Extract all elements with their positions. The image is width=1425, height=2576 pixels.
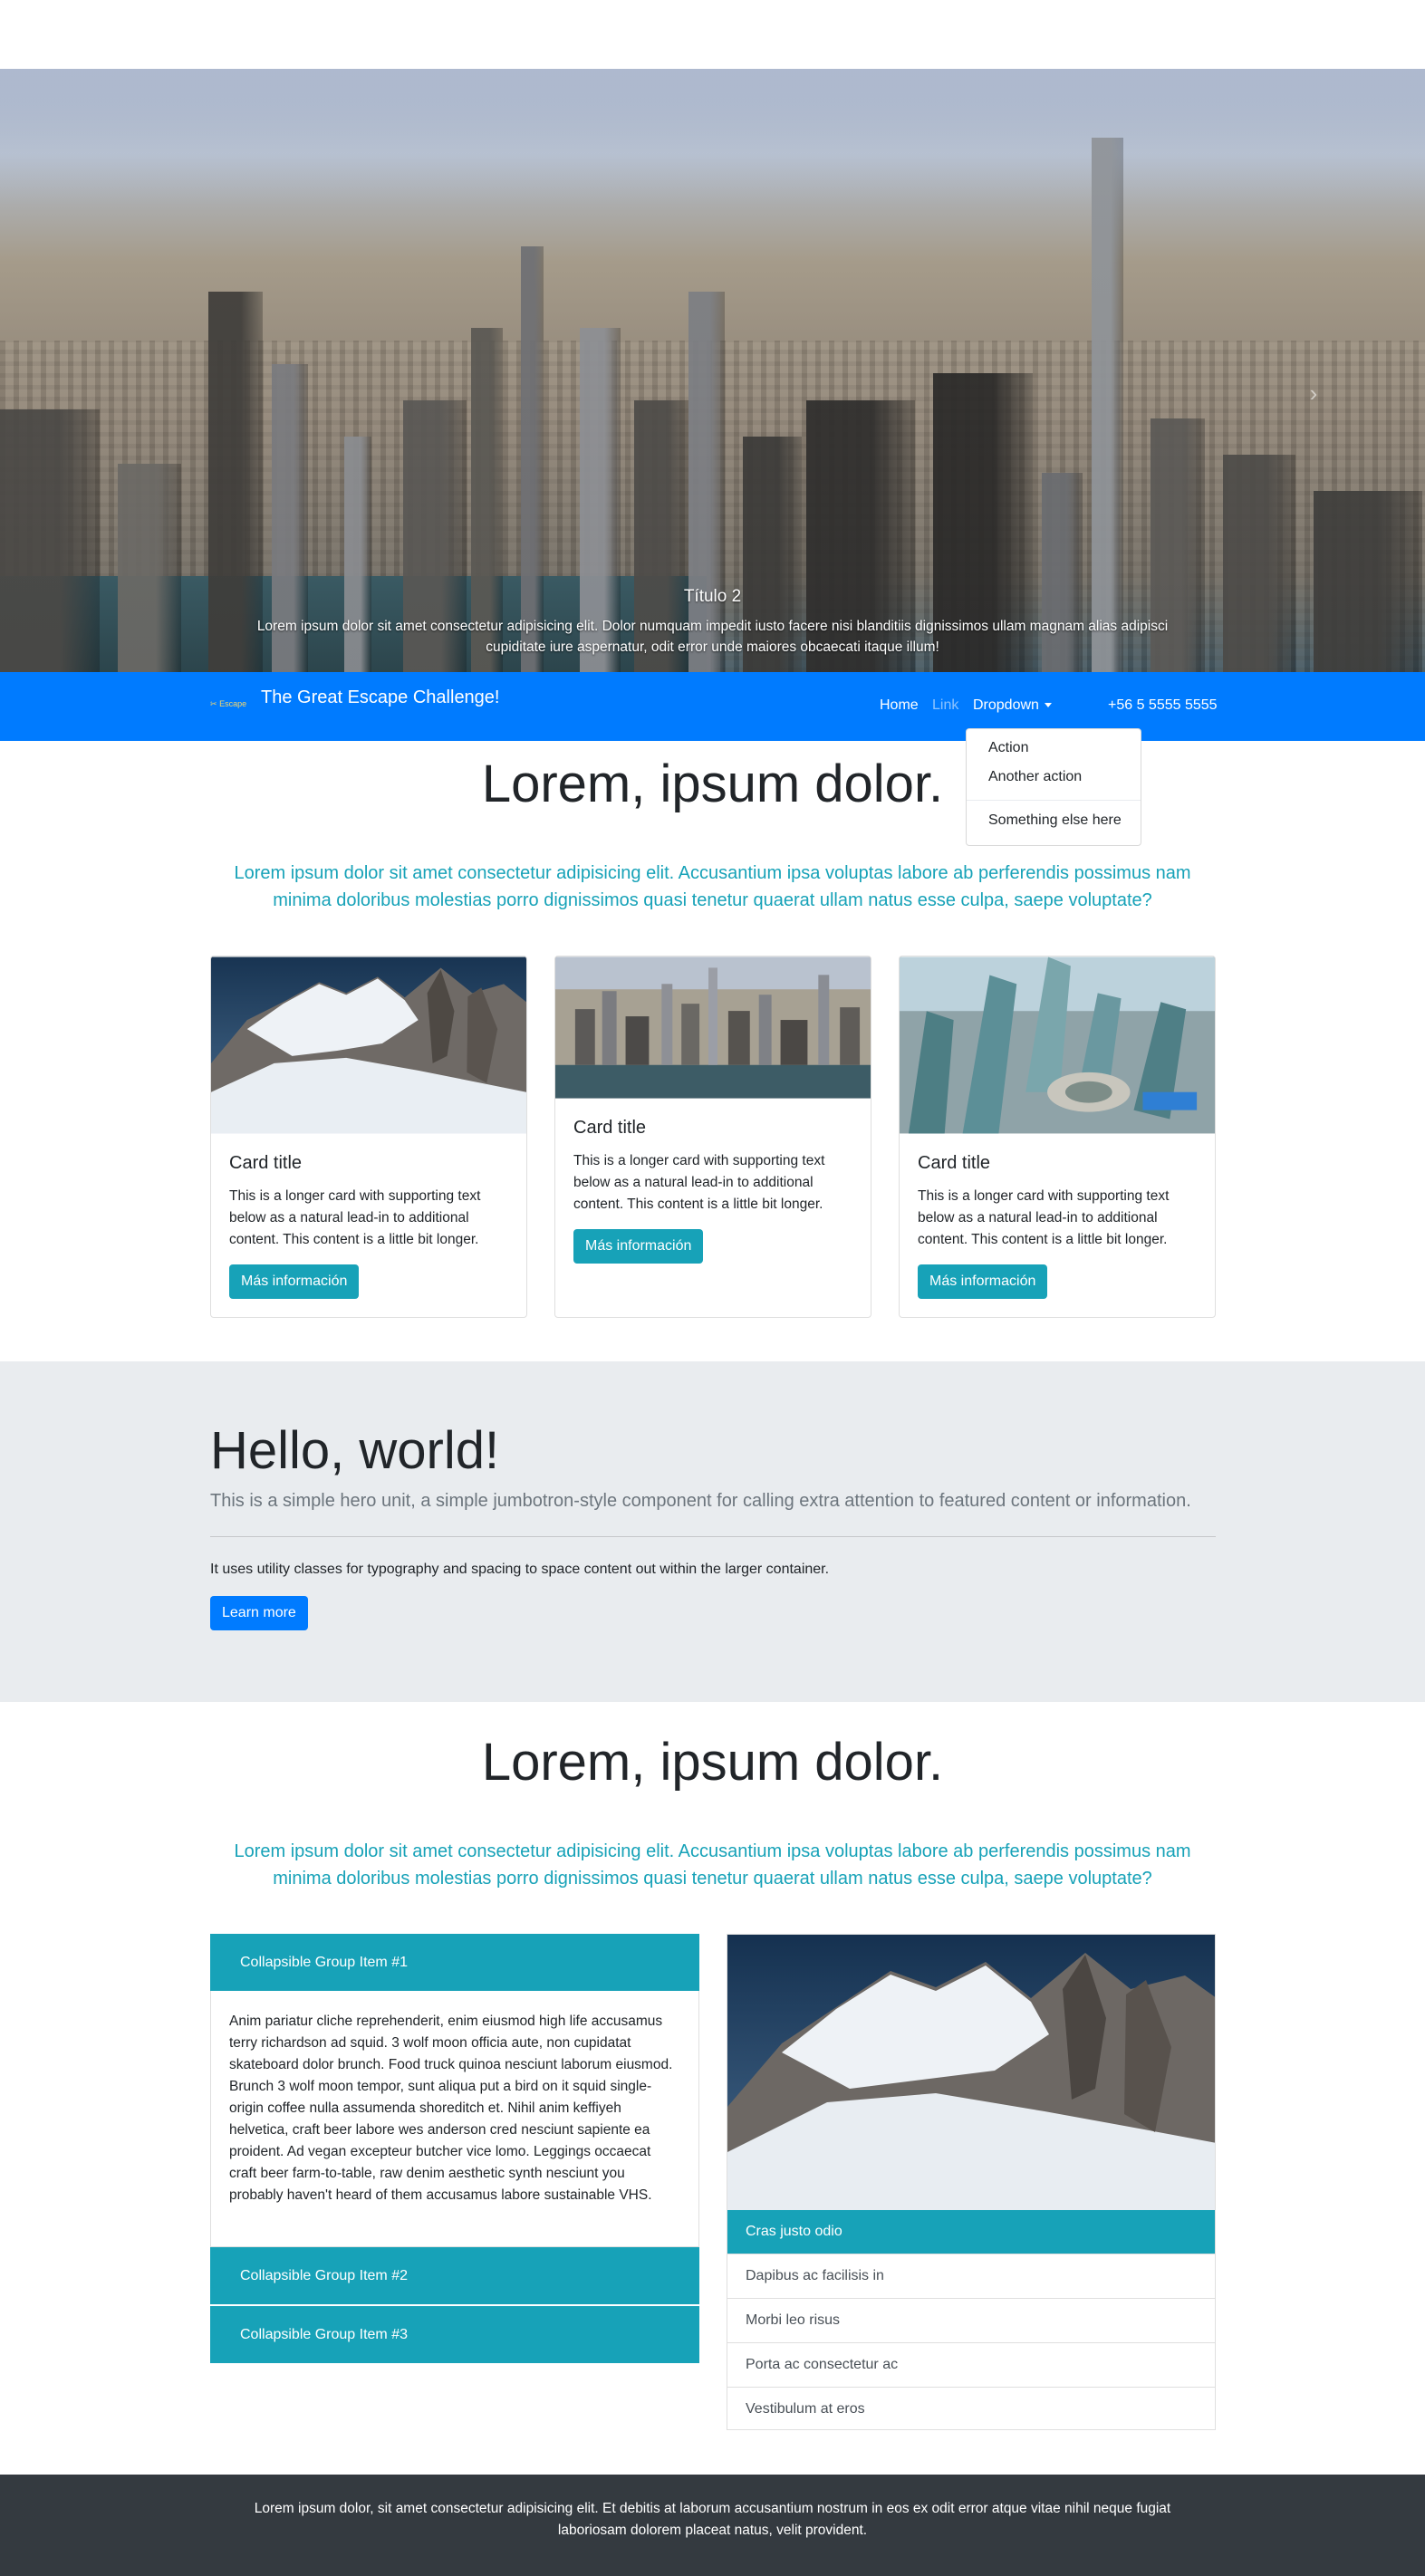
- list-panel: Cras justo odio Dapibus ac facilisis in …: [727, 1934, 1216, 2430]
- card-image-city-aerial: [900, 956, 1215, 1134]
- accordion-header-2[interactable]: Collapsible Group Item #2: [210, 2247, 699, 2304]
- skyline-building: [0, 409, 100, 672]
- skyline-building: [118, 464, 181, 672]
- card-text: This is a longer card with supporting te…: [918, 1188, 1170, 1247]
- jumbotron-text: It uses utility classes for typography a…: [210, 1562, 830, 1577]
- panel-image-snowy-mountain: [727, 1935, 1215, 2210]
- list-group-header[interactable]: Cras justo odio: [727, 2210, 1215, 2254]
- list-item[interactable]: Dapibus ac facilisis in: [727, 2254, 1215, 2298]
- more-info-button[interactable]: Más información: [229, 1264, 360, 1299]
- skyline-building: [208, 292, 263, 672]
- section1-title: Lorem, ipsum dolor.: [481, 755, 944, 813]
- nav-dropdown-label: Dropdown: [973, 697, 1039, 713]
- list-item[interactable]: Morbi leo risus: [727, 2298, 1215, 2342]
- caret-down-icon: [1044, 703, 1052, 708]
- jumbotron-lead: This is a simple hero unit, a simple jum…: [210, 1491, 1191, 1511]
- accordion-header-1[interactable]: Collapsible Group Item #1: [210, 1934, 699, 1991]
- scissors-icon: ✂: [210, 699, 217, 708]
- card-title: Card title: [229, 1153, 303, 1173]
- more-info-button[interactable]: Más información: [573, 1229, 704, 1264]
- card-2: Card title This is a longer card with su…: [554, 956, 871, 1318]
- card-text: This is a longer card with supporting te…: [573, 1153, 825, 1212]
- jumbotron: [0, 1361, 1425, 1702]
- accordion-header-3[interactable]: Collapsible Group Item #3: [210, 2306, 699, 2363]
- carousel-caption-title: Título 2: [683, 587, 742, 606]
- nav-link-link[interactable]: Link: [932, 697, 958, 714]
- hero-carousel: Título 2 Lorem ipsum dolor sit amet cons…: [0, 69, 1425, 672]
- brand-logo[interactable]: ✂ Escape: [210, 699, 246, 709]
- section2-title: Lorem, ipsum dolor.: [481, 1733, 944, 1792]
- carousel-caption-text: Lorem ipsum dolor sit amet consectetur a…: [256, 619, 1169, 655]
- accordion-body: Anim pariatur cliche reprehenderit, enim…: [210, 1991, 699, 2247]
- section1-lead: Lorem ipsum dolor sit amet consectetur a…: [234, 863, 1191, 910]
- divider: [210, 1536, 1216, 1537]
- card-title: Card title: [918, 1153, 991, 1173]
- skyline-building: [521, 246, 544, 672]
- card-title: Card title: [573, 1118, 647, 1138]
- card-image-snowy-mountain: [211, 956, 526, 1134]
- section2-lead: Lorem ipsum dolor sit amet consectetur a…: [234, 1841, 1191, 1889]
- sky-haze: [0, 69, 1425, 205]
- learn-more-button[interactable]: Learn more: [210, 1596, 308, 1630]
- skyline-building: [1314, 491, 1422, 672]
- nav-link-home[interactable]: Home: [880, 697, 919, 714]
- brand-logo-text: Escape: [219, 699, 247, 708]
- footer-text: Lorem ipsum dolor, sit amet consectetur …: [254, 2501, 1171, 2538]
- card-3: Card title This is a longer card with su…: [899, 956, 1216, 1318]
- dropdown-item-something-else[interactable]: Something else here: [988, 812, 1122, 829]
- list-item[interactable]: Porta ac consectetur ac: [727, 2342, 1215, 2387]
- list-item[interactable]: Vestibulum at eros: [727, 2387, 1215, 2429]
- jumbotron-title: Hello, world!: [210, 1421, 500, 1480]
- card-1: Card title This is a longer card with su…: [210, 956, 527, 1318]
- card-text: This is a longer card with supporting te…: [229, 1188, 481, 1247]
- nav-dropdown-toggle[interactable]: Dropdown: [973, 697, 1052, 714]
- card-image-city-skyline: [555, 956, 871, 1099]
- navbar-brand[interactable]: The Great Escape Challenge!: [261, 687, 500, 708]
- nav-phone: +56 5 5555 5555: [1108, 697, 1218, 713]
- more-info-button[interactable]: Más información: [918, 1264, 1048, 1299]
- skyline-building: [1223, 455, 1295, 672]
- skyline-building: [688, 292, 725, 672]
- chevron-right-icon[interactable]: ›: [1295, 366, 1332, 420]
